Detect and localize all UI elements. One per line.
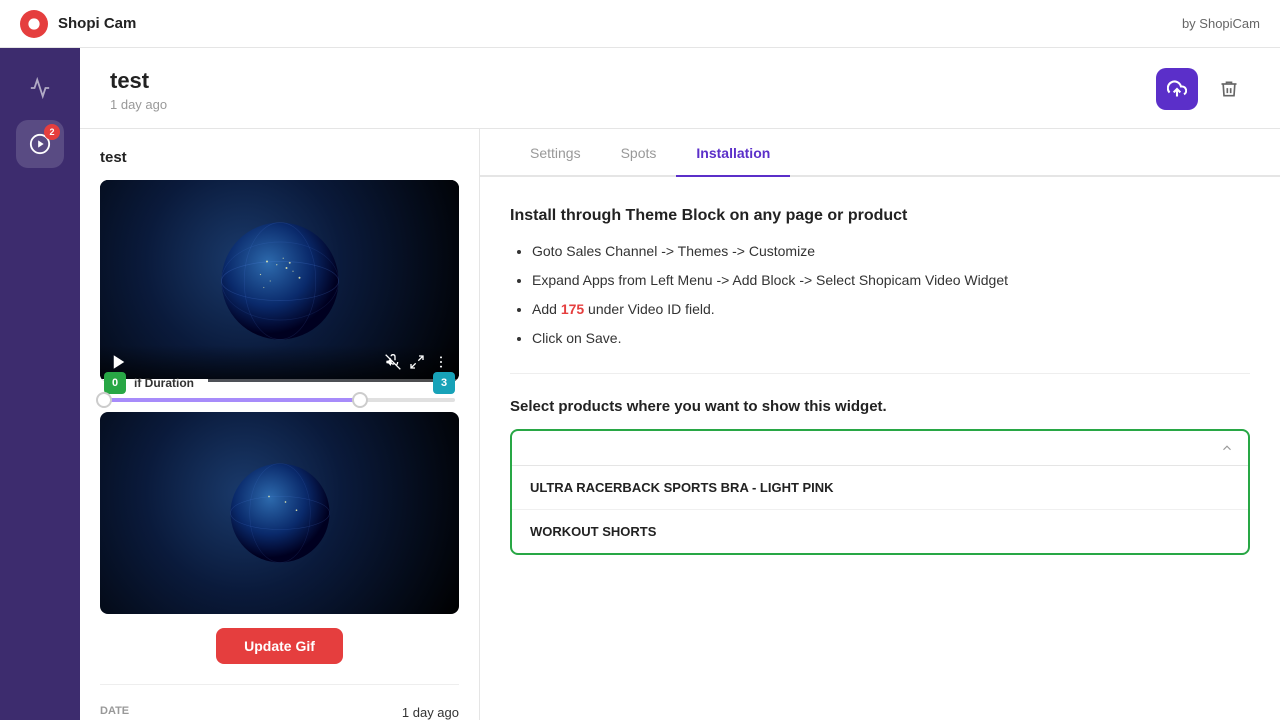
date-row: DATE 1 day ago (100, 699, 459, 720)
tabs-bar: Settings Spots Installation (480, 129, 1280, 177)
content-area: test 1 day ago (80, 48, 1280, 720)
sidebar-item-analytics[interactable] (16, 64, 64, 112)
slider-fill (104, 398, 360, 402)
install-step-1: Goto Sales Channel -> Themes -> Customiz… (532, 241, 1250, 262)
install-step-2: Expand Apps from Left Menu -> Add Block … (532, 270, 1250, 291)
date-label: DATE (100, 705, 129, 720)
right-panel: Settings Spots Installation Install thro… (480, 129, 1280, 720)
gif-end-badge: 3 (433, 372, 455, 394)
divider (510, 373, 1250, 374)
slider-thumb-right[interactable] (352, 392, 368, 408)
page-header: test 1 day ago (80, 48, 1280, 129)
product-select-wrapper[interactable]: ULTRA RACERBACK SPORTS BRA - LIGHT PINK … (510, 429, 1250, 555)
gif-duration-wrapper: 0 if Duration 3 (100, 372, 459, 402)
sidebar: 2 (0, 48, 80, 720)
nav-by: by ShopiCam (1182, 16, 1260, 31)
upload-button[interactable] (1156, 68, 1198, 110)
slider-thumb-left[interactable] (96, 392, 112, 408)
select-heading: Select products where you want to show t… (510, 398, 1250, 415)
brand-title: Shopi Cam (58, 15, 136, 32)
globe-svg (215, 216, 345, 346)
update-gif-button[interactable]: Update Gif (216, 628, 343, 664)
install-heading: Install through Theme Block on any page … (510, 207, 1250, 225)
nav-brand: Shopi Cam (20, 10, 136, 38)
chevron-up-icon (1220, 441, 1234, 455)
delete-button[interactable] (1208, 68, 1250, 110)
page-title: test (110, 68, 167, 94)
gif-start-badge: 0 (104, 372, 126, 394)
product-select-header (512, 431, 1248, 466)
date-value: 1 day ago (402, 705, 459, 720)
gif-duration-slider[interactable] (104, 398, 455, 402)
tab-settings[interactable]: Settings (510, 129, 601, 177)
gif-duration-label: if Duration (126, 376, 433, 390)
video-thumbnail (100, 412, 459, 614)
page-subtitle: 1 day ago (110, 97, 167, 112)
top-nav: Shopi Cam by ShopiCam (0, 0, 1280, 48)
product-item-1[interactable]: ULTRA RACERBACK SPORTS BRA - LIGHT PINK (512, 466, 1248, 510)
sidebar-item-video[interactable]: 2 (16, 120, 64, 168)
gif-duration-labels: 0 if Duration 3 (104, 372, 455, 394)
left-panel-title: test (100, 149, 459, 166)
install-step-3: Add 175 under Video ID field. (532, 299, 1250, 320)
installation-content: Install through Theme Block on any page … (480, 177, 1280, 585)
brand-logo (20, 10, 48, 38)
thumb-globe (225, 458, 335, 568)
install-highlight-id: 175 (561, 301, 584, 317)
video-player (100, 180, 459, 382)
install-step-4: Click on Save. (532, 328, 1250, 349)
tab-spots[interactable]: Spots (601, 129, 677, 177)
left-panel: test (80, 129, 480, 720)
tab-installation[interactable]: Installation (676, 129, 790, 177)
sidebar-badge: 2 (44, 124, 60, 140)
info-table: DATE 1 day ago SIZE 1570 kb (100, 684, 459, 720)
product-item-2[interactable]: WORKOUT SHORTS (512, 510, 1248, 553)
install-list: Goto Sales Channel -> Themes -> Customiz… (510, 241, 1250, 349)
